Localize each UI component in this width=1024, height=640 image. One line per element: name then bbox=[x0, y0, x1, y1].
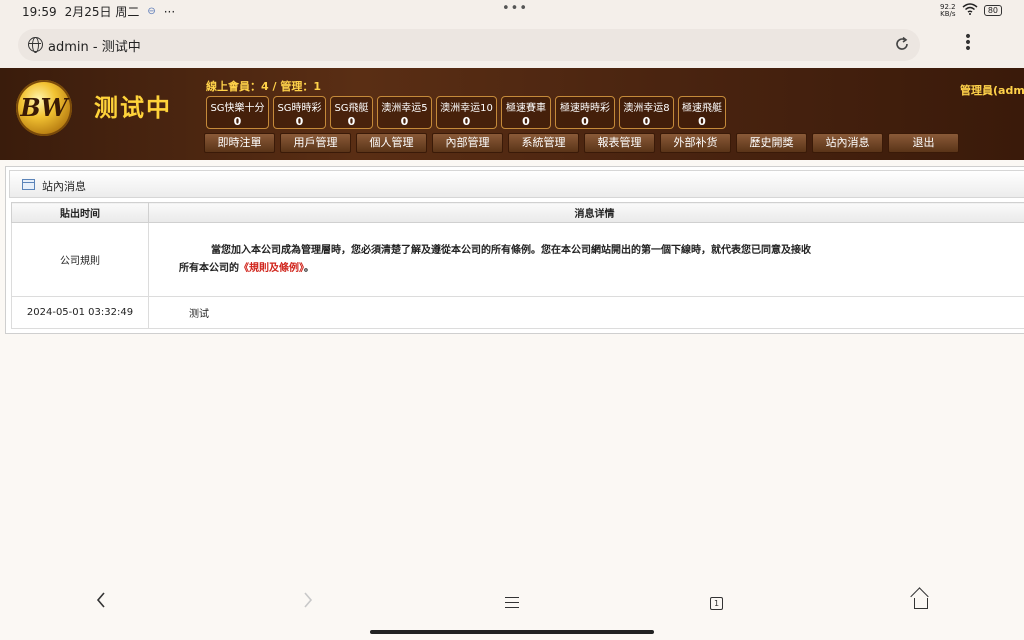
game-name: 極速飛艇 bbox=[682, 103, 722, 114]
game-name: 澳洲幸运10 bbox=[440, 103, 493, 114]
home-icon[interactable] bbox=[914, 598, 928, 609]
back-icon[interactable] bbox=[96, 592, 106, 613]
notification-icon: ⊖ bbox=[147, 6, 156, 17]
game-item[interactable]: 極速賽車 0 bbox=[501, 96, 551, 129]
game-count: 0 bbox=[581, 115, 589, 128]
table-row: 2024-05-01 03:32:49 测试 bbox=[11, 296, 1024, 329]
game-count: 0 bbox=[347, 115, 356, 128]
game-item[interactable]: 澳洲幸运8 0 bbox=[619, 96, 674, 129]
status-date: 2月25日 周二 bbox=[64, 5, 140, 19]
nav-user-management[interactable]: 用戶管理 bbox=[280, 133, 351, 153]
nav-system-management[interactable]: 系統管理 bbox=[508, 133, 579, 153]
more-notifications-icon: ··· bbox=[163, 4, 176, 19]
gesture-home-bar[interactable] bbox=[370, 630, 654, 634]
nav-instant-orders[interactable]: 即時注單 bbox=[204, 133, 275, 153]
game-item[interactable]: 極速時時彩 0 bbox=[555, 96, 615, 129]
row-details: 當您加入本公司成為管理層時，您必須清楚了解及遵從本公司的所有條例。您在本公司網站… bbox=[148, 222, 1024, 297]
messages-table: 貼出时间 消息详情 公司規則 當您加入本公司成為管理層時，您必須清楚了解及遵從本… bbox=[11, 202, 1024, 329]
wifi-icon bbox=[962, 3, 978, 18]
url-text: admin - 测试中 bbox=[48, 40, 141, 55]
browser-address-bar: admin - 测试中 • • • bbox=[0, 22, 1024, 68]
globe-icon bbox=[28, 37, 43, 53]
game-item[interactable]: 澳洲幸运5 0 bbox=[377, 96, 432, 129]
menu-icon[interactable] bbox=[505, 597, 519, 612]
logo-text: BW bbox=[20, 93, 68, 122]
system-status-bar: 19:59 2月25日 周二 ⊖ ··· ••• 92.2 KB/s 80 bbox=[0, 0, 1024, 22]
game-count: 0 bbox=[233, 115, 242, 128]
game-item[interactable]: 極速飛艇 0 bbox=[678, 96, 726, 129]
table-header-row: 貼出时间 消息详情 bbox=[11, 202, 1024, 223]
network-speed: 92.2 KB/s bbox=[940, 3, 956, 18]
nav-draw-history[interactable]: 歷史開獎 bbox=[736, 133, 807, 153]
row-time: 2024-05-01 03:32:49 bbox=[11, 296, 149, 329]
reload-icon[interactable] bbox=[894, 36, 910, 56]
row-time: 公司規則 bbox=[11, 222, 149, 297]
nav-site-messages[interactable]: 站內消息 bbox=[812, 133, 883, 153]
main-nav: 即時注單 用戶管理 個人管理 內部管理 系統管理 報表管理 外部补货 歷史開獎 … bbox=[204, 133, 959, 153]
online-info: 線上會員：4 / 管理：1 bbox=[206, 80, 321, 93]
game-name: SG飛艇 bbox=[334, 103, 369, 114]
tabs-icon[interactable]: 1 bbox=[710, 597, 723, 610]
game-name: 極速時時彩 bbox=[560, 103, 610, 114]
game-count: 0 bbox=[462, 115, 471, 128]
more-vertical-icon[interactable]: • • • bbox=[962, 30, 974, 56]
game-list: SG快樂十分 0 SG時時彩 0 SG飛艇 0 澳洲幸运5 0 澳洲幸运10 0 極速賽車… bbox=[206, 96, 726, 129]
game-count: 0 bbox=[295, 115, 304, 128]
network-speed-unit: KB/s bbox=[940, 9, 956, 18]
game-count: 0 bbox=[698, 115, 706, 128]
status-time: 19:59 bbox=[22, 4, 57, 19]
window-icon bbox=[22, 179, 35, 190]
game-count: 0 bbox=[400, 115, 409, 128]
game-item[interactable]: SG飛艇 0 bbox=[330, 96, 373, 129]
admin-label: 管理員(admin) bbox=[960, 84, 1024, 97]
game-count: 0 bbox=[522, 115, 530, 128]
game-count: 0 bbox=[642, 115, 651, 128]
game-item[interactable]: 澳洲幸运10 0 bbox=[436, 96, 497, 129]
nav-internal-management[interactable]: 內部管理 bbox=[432, 133, 503, 153]
game-item[interactable]: SG時時彩 0 bbox=[273, 96, 326, 129]
game-name: SG快樂十分 bbox=[210, 103, 265, 114]
window-handle-icon[interactable]: ••• bbox=[502, 1, 528, 16]
game-name: 澳洲幸运5 bbox=[381, 103, 428, 114]
row-details: 测试 bbox=[148, 296, 1024, 329]
panel-title: 站內消息 bbox=[42, 180, 86, 193]
messages-panel: 站內消息 貼出时间 消息详情 公司規則 當您加入本公司成為管理層時，您必須清楚了… bbox=[5, 166, 1024, 334]
rules-link[interactable]: 《規則及條例》 bbox=[239, 263, 304, 274]
table-row: 公司規則 當您加入本公司成為管理層時，您必須清楚了解及遵從本公司的所有條例。您在… bbox=[11, 222, 1024, 297]
nav-personal-management[interactable]: 個人管理 bbox=[356, 133, 427, 153]
url-field[interactable]: admin - 测试中 bbox=[18, 29, 920, 61]
nav-report-management[interactable]: 報表管理 bbox=[584, 133, 655, 153]
column-header-details: 消息详情 bbox=[148, 202, 1024, 223]
game-name: SG時時彩 bbox=[277, 103, 322, 114]
column-header-time: 貼出时间 bbox=[11, 202, 149, 223]
nav-logout[interactable]: 退出 bbox=[888, 133, 959, 153]
game-name: 澳洲幸运8 bbox=[623, 103, 670, 114]
game-name: 極速賽車 bbox=[506, 103, 546, 114]
nav-external-supplement[interactable]: 外部补货 bbox=[660, 133, 731, 153]
site-header: BW 测试中 線上會員：4 / 管理：1 管理員(admin) SG快樂十分0 … bbox=[0, 68, 1024, 160]
site-title: 测试中 bbox=[94, 94, 172, 122]
browser-bottom-bar: 1 bbox=[0, 580, 1024, 640]
bw-logo: BW bbox=[16, 80, 72, 136]
rules-paragraph: 當您加入本公司成為管理層時，您必須清楚了解及遵從本公司的所有條例。您在本公司網站… bbox=[179, 242, 819, 278]
panel-header: 站內消息 bbox=[9, 170, 1024, 198]
forward-icon[interactable] bbox=[303, 592, 313, 613]
battery-icon: 80 bbox=[983, 5, 1002, 16]
game-item[interactable]: SG快樂十分 0 bbox=[206, 96, 269, 129]
rules-text-end: 。 bbox=[304, 262, 314, 274]
